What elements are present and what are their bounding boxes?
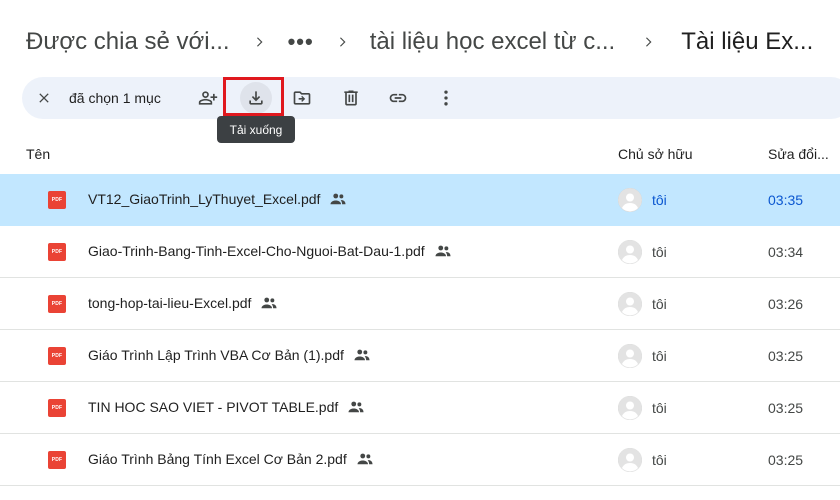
move-to-folder-icon <box>293 91 311 105</box>
file-row[interactable]: PDF Giáo Trình Bảng Tính Excel Cơ Bản 2.… <box>0 434 840 486</box>
file-modified: 03:26 <box>768 296 804 312</box>
avatar <box>618 448 642 472</box>
shared-icon <box>357 453 373 465</box>
avatar <box>618 292 642 316</box>
pdf-file-icon: PDF <box>48 451 66 469</box>
pdf-file-icon: PDF <box>48 399 66 417</box>
shared-icon <box>261 297 277 309</box>
file-row[interactable]: PDF Giao-Trinh-Bang-Tinh-Excel-Cho-Nguoi… <box>0 226 840 278</box>
link-icon <box>389 93 407 103</box>
pdf-file-icon: PDF <box>48 191 66 209</box>
file-owner: tôi <box>652 244 667 260</box>
avatar <box>618 396 642 420</box>
file-name: VT12_GiaoTrinh_LyThuyet_Excel.pdf <box>88 191 347 207</box>
file-owner: tôi <box>652 452 667 468</box>
pdf-file-icon: PDF <box>48 295 66 313</box>
file-row[interactable]: PDF VT12_GiaoTrinh_LyThuyet_Excel.pdf tô… <box>0 174 840 226</box>
file-row[interactable]: PDF tong-hop-tai-lieu-Excel.pdf tôi 03:2… <box>0 278 840 330</box>
column-owner[interactable]: Chủ sở hữu <box>618 146 693 162</box>
delete-button[interactable] <box>335 82 367 114</box>
file-row[interactable]: PDF TIN HOC SAO VIET - PIVOT TABLE.pdf t… <box>0 382 840 434</box>
move-button[interactable] <box>286 82 318 114</box>
chevron-right-icon <box>314 35 370 49</box>
file-name: TIN HOC SAO VIET - PIVOT TABLE.pdf <box>88 399 365 415</box>
selection-count: đã chọn 1 mục <box>69 90 161 106</box>
breadcrumb-item-current-folder[interactable]: Tài liệu Ex... <box>681 28 813 56</box>
shared-icon <box>348 401 364 413</box>
avatar <box>618 344 642 368</box>
column-modified[interactable]: Sửa đổi... <box>768 146 829 162</box>
chevron-right-icon <box>615 35 681 49</box>
download-tooltip: Tải xuống <box>217 116 295 143</box>
file-owner: tôi <box>652 400 667 416</box>
more-actions-button[interactable] <box>430 82 462 114</box>
avatar <box>618 188 642 212</box>
add-person-icon <box>198 91 218 105</box>
breadcrumb-overflow-button[interactable]: ••• <box>288 29 314 55</box>
file-name: tong-hop-tai-lieu-Excel.pdf <box>88 295 278 311</box>
file-owner: tôi <box>652 296 667 312</box>
trash-icon <box>344 90 358 106</box>
breadcrumb: Được chia sẻ với... ••• tài liệu học exc… <box>26 22 840 62</box>
selection-action-bar: đã chọn 1 mục <box>22 77 840 119</box>
file-list-header: Tên Chủ sở hữu Sửa đổi... <box>0 140 840 170</box>
pdf-file-icon: PDF <box>48 347 66 365</box>
close-icon[interactable] <box>31 85 57 111</box>
file-list: PDF VT12_GiaoTrinh_LyThuyet_Excel.pdf tô… <box>0 174 840 486</box>
file-row[interactable]: PDF Giáo Trình Lập Trình VBA Cơ Bản (1).… <box>0 330 840 382</box>
breadcrumb-item-excel-folder[interactable]: tài liệu học excel từ c... <box>370 28 616 56</box>
file-modified: 03:35 <box>768 192 804 208</box>
avatar <box>618 240 642 264</box>
pdf-file-icon: PDF <box>48 243 66 261</box>
shared-icon <box>435 245 451 257</box>
file-modified: 03:25 <box>768 400 804 416</box>
file-name: Giáo Trình Bảng Tính Excel Cơ Bản 2.pdf <box>88 451 374 467</box>
shared-icon <box>354 349 370 361</box>
chevron-right-icon <box>230 35 288 49</box>
download-highlight-box <box>223 77 284 116</box>
file-owner: tôi <box>652 192 667 208</box>
file-owner: tôi <box>652 348 667 364</box>
file-name: Giao-Trinh-Bang-Tinh-Excel-Cho-Nguoi-Bat… <box>88 243 452 259</box>
copy-link-button[interactable] <box>382 82 414 114</box>
share-button[interactable] <box>192 82 224 114</box>
file-modified: 03:25 <box>768 348 804 364</box>
file-modified: 03:34 <box>768 244 804 260</box>
shared-icon <box>330 193 346 205</box>
column-name[interactable]: Tên <box>26 146 50 162</box>
breadcrumb-item-shared-with-me[interactable]: Được chia sẻ với... <box>26 28 230 56</box>
file-name: Giáo Trình Lập Trình VBA Cơ Bản (1).pdf <box>88 347 371 363</box>
more-vert-icon <box>444 90 448 106</box>
file-modified: 03:25 <box>768 452 804 468</box>
